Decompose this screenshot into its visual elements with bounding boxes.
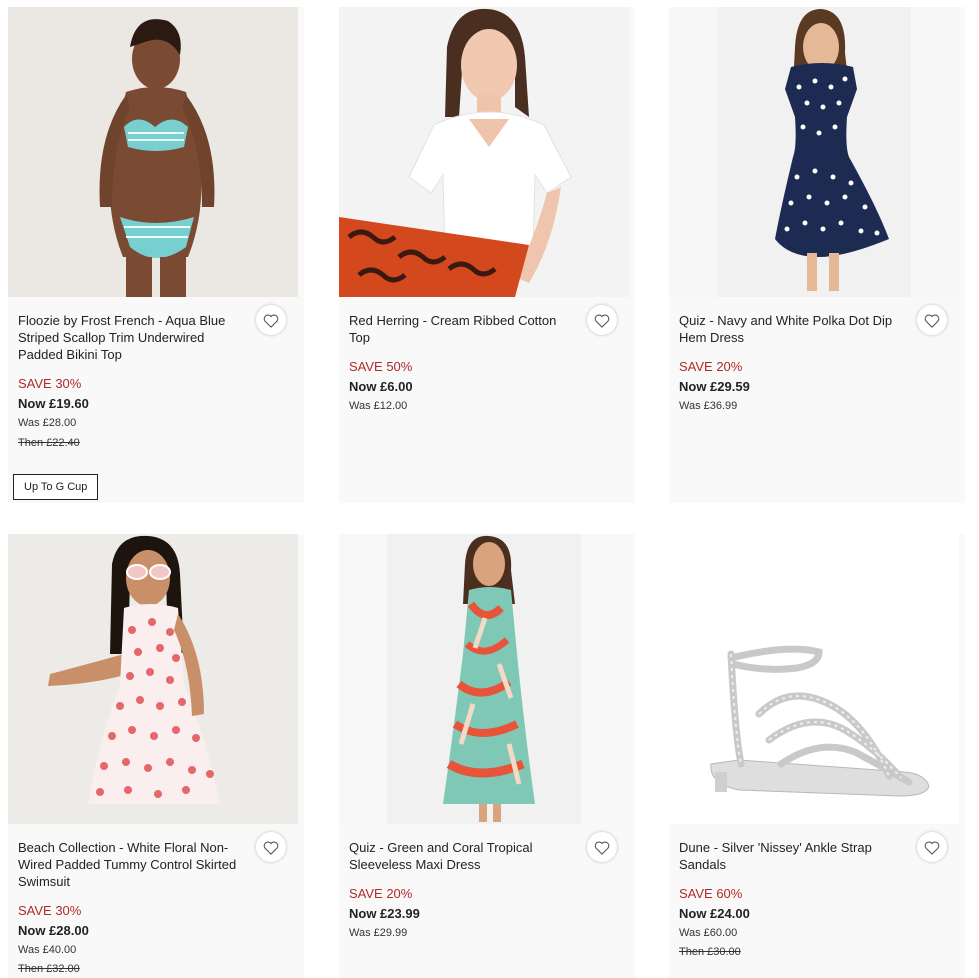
current-price: Now £29.59 <box>679 379 750 394</box>
wishlist-button[interactable] <box>256 832 286 862</box>
current-price: Now £28.00 <box>18 923 89 938</box>
product-image[interactable] <box>339 534 629 824</box>
discount-label: SAVE 20% <box>349 886 413 901</box>
discount-label: SAVE 60% <box>679 886 743 901</box>
heart-outline-icon <box>594 314 610 328</box>
then-price: Then £32.00 <box>18 963 80 975</box>
product-title[interactable]: Beach Collection - White Floral Non-Wire… <box>18 839 243 890</box>
size-badge[interactable]: Up To G Cup <box>13 474 99 500</box>
wishlist-button[interactable] <box>917 832 947 862</box>
was-price: Was £36.99 <box>679 400 738 412</box>
product-title[interactable]: Floozie by Frost French - Aqua Blue Stri… <box>18 312 243 363</box>
then-price: Then £30.00 <box>679 946 741 958</box>
was-price: Was £29.99 <box>349 927 408 939</box>
product-title[interactable]: Red Herring - Cream Ribbed Cotton Top <box>349 312 574 346</box>
wishlist-button[interactable] <box>256 305 286 335</box>
heart-outline-icon <box>924 314 940 328</box>
wishlist-button[interactable] <box>587 305 617 335</box>
product-image[interactable] <box>339 7 629 297</box>
wishlist-button[interactable] <box>587 832 617 862</box>
product-title[interactable]: Quiz - Green and Coral Tropical Sleevele… <box>349 839 574 873</box>
current-price: Now £24.00 <box>679 906 750 921</box>
product-image[interactable] <box>669 534 959 824</box>
was-price: Was £60.00 <box>679 927 738 939</box>
product-title[interactable]: Quiz - Navy and White Polka Dot Dip Hem … <box>679 312 904 346</box>
current-price: Now £23.99 <box>349 906 420 921</box>
product-image[interactable] <box>8 7 298 297</box>
product-card[interactable]: Red Herring - Cream Ribbed Cotton Top SA… <box>339 7 635 503</box>
then-price: Then £22.40 <box>18 437 80 449</box>
discount-label: SAVE 20% <box>679 359 743 374</box>
product-card[interactable]: Dune - Silver 'Nissey' Ankle Strap Sanda… <box>669 534 965 978</box>
current-price: Now £19.60 <box>18 396 89 411</box>
discount-label: SAVE 30% <box>18 376 82 391</box>
product-card[interactable]: Floozie by Frost French - Aqua Blue Stri… <box>8 7 304 503</box>
wishlist-button[interactable] <box>917 305 947 335</box>
discount-label: SAVE 30% <box>18 903 82 918</box>
was-price: Was £12.00 <box>349 400 408 412</box>
heart-outline-icon <box>263 841 279 855</box>
product-card[interactable]: Beach Collection - White Floral Non-Wire… <box>8 534 304 978</box>
product-card[interactable]: Quiz - Green and Coral Tropical Sleevele… <box>339 534 635 978</box>
product-image[interactable] <box>669 7 959 297</box>
heart-outline-icon <box>924 841 940 855</box>
current-price: Now £6.00 <box>349 379 413 394</box>
heart-outline-icon <box>263 314 279 328</box>
was-price: Was £40.00 <box>18 944 77 956</box>
heart-outline-icon <box>594 841 610 855</box>
product-card[interactable]: Quiz - Navy and White Polka Dot Dip Hem … <box>669 7 965 503</box>
product-image[interactable] <box>8 534 298 824</box>
discount-label: SAVE 50% <box>349 359 413 374</box>
product-title[interactable]: Dune - Silver 'Nissey' Ankle Strap Sanda… <box>679 839 904 873</box>
was-price: Was £28.00 <box>18 417 77 429</box>
